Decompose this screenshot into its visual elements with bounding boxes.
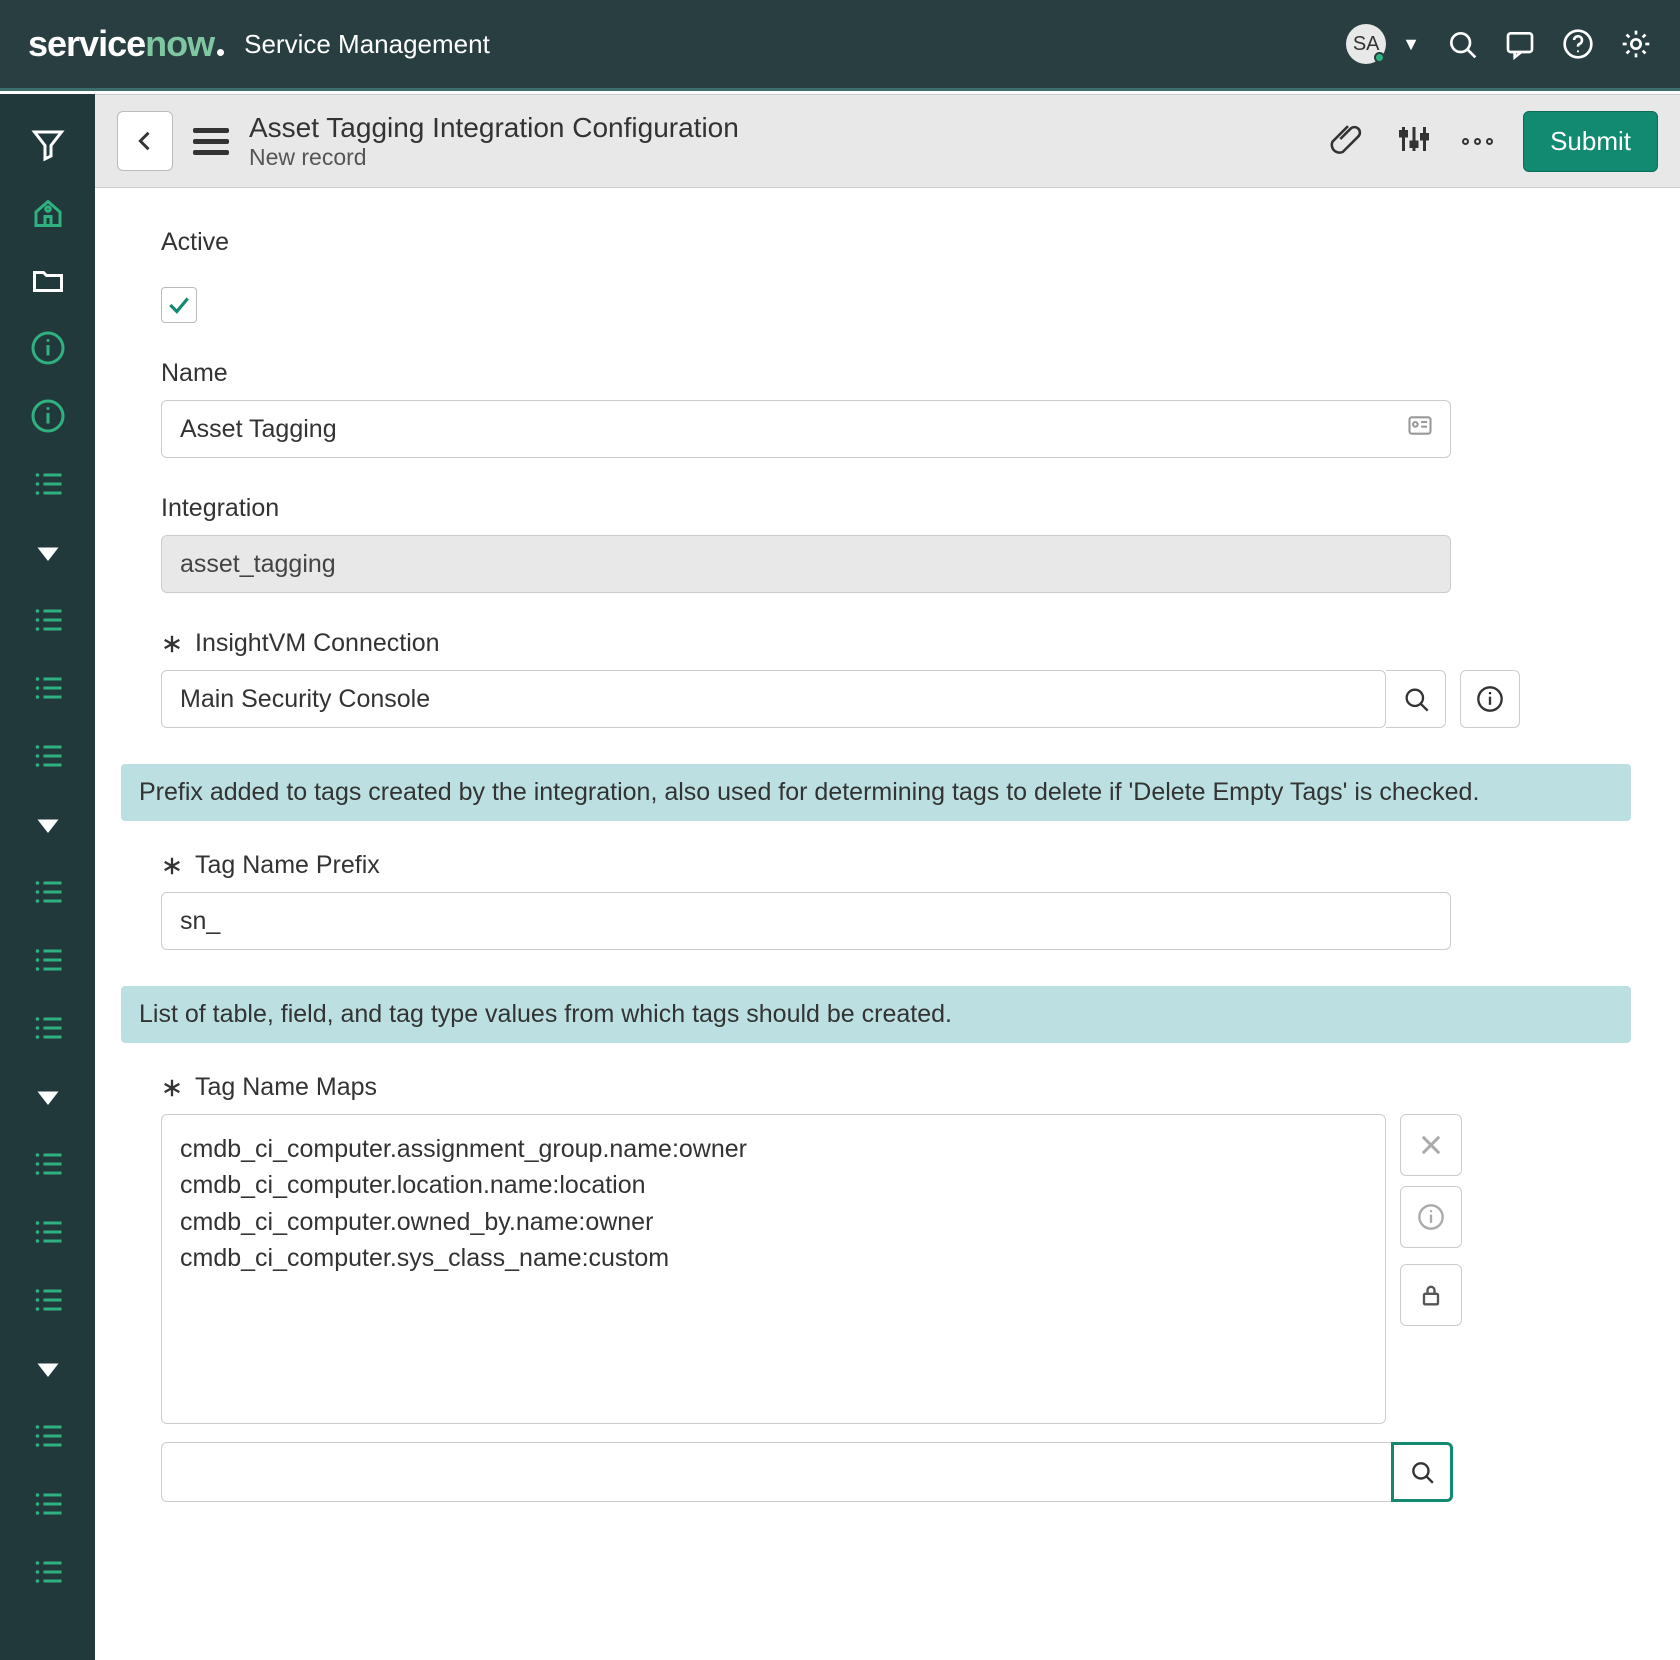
- card-icon[interactable]: [1406, 412, 1434, 447]
- list-icon[interactable]: [28, 736, 68, 776]
- form-body: Active Name Asset Tagging Integration as…: [95, 188, 1680, 1660]
- form-header: Asset Tagging Integration Configuration …: [95, 94, 1680, 188]
- list-icon[interactable]: [28, 872, 68, 912]
- lock-button[interactable]: [1400, 1264, 1462, 1326]
- prefix-label: Tag Name Prefix: [161, 851, 1640, 880]
- logo-dot-icon: [217, 49, 224, 56]
- help-icon[interactable]: [1562, 28, 1594, 60]
- logo: servicenow: [28, 23, 224, 65]
- presence-indicator-icon: [1374, 52, 1385, 63]
- name-label: Name: [161, 359, 1640, 388]
- dropdown-icon[interactable]: [28, 532, 68, 572]
- dropdown-icon[interactable]: [28, 804, 68, 844]
- info-icon[interactable]: [28, 396, 68, 436]
- list-icon[interactable]: [28, 1416, 68, 1456]
- info-icon[interactable]: [28, 328, 68, 368]
- active-label: Active: [161, 228, 1640, 257]
- connection-input[interactable]: Main Security Console: [161, 670, 1386, 728]
- integration-value: asset_tagging: [180, 550, 336, 579]
- logo-now: now: [145, 23, 214, 65]
- more-actions-icon[interactable]: [1462, 138, 1493, 145]
- integration-input: asset_tagging: [161, 535, 1451, 593]
- app-title: Service Management: [244, 29, 490, 60]
- prefix-value: sn_: [180, 907, 220, 936]
- integration-label: Integration: [161, 494, 1640, 523]
- required-icon: [161, 855, 183, 877]
- connection-info-button[interactable]: [1460, 670, 1520, 728]
- list-icon[interactable]: [28, 940, 68, 980]
- list-icon[interactable]: [28, 1144, 68, 1184]
- dropdown-icon[interactable]: [28, 1076, 68, 1116]
- maps-search-button[interactable]: [1391, 1442, 1453, 1502]
- clear-button[interactable]: [1400, 1114, 1462, 1176]
- chat-icon[interactable]: [1504, 28, 1536, 60]
- list-icon[interactable]: [28, 600, 68, 640]
- connection-value: Main Security Console: [180, 685, 430, 714]
- search-icon[interactable]: [1446, 28, 1478, 60]
- active-checkbox[interactable]: [161, 287, 197, 323]
- menu-icon[interactable]: [193, 123, 229, 159]
- connection-lookup-button[interactable]: [1386, 670, 1446, 728]
- maps-textarea[interactable]: cmdb_ci_computer.assignment_group.name:o…: [161, 1114, 1386, 1424]
- dropdown-icon[interactable]: [28, 1348, 68, 1388]
- home-icon[interactable]: [28, 192, 68, 232]
- prefix-input[interactable]: sn_: [161, 892, 1451, 950]
- list-icon[interactable]: [28, 464, 68, 504]
- list-icon[interactable]: [28, 1484, 68, 1524]
- avatar[interactable]: SA: [1346, 24, 1386, 64]
- attachment-icon[interactable]: [1330, 121, 1366, 162]
- required-icon: [161, 633, 183, 655]
- maps-label: Tag Name Maps: [161, 1073, 1640, 1102]
- info-button[interactable]: [1400, 1186, 1462, 1248]
- maps-add-input[interactable]: [161, 1442, 1391, 1502]
- list-icon[interactable]: [28, 1280, 68, 1320]
- connection-label: InsightVM Connection: [161, 629, 1640, 658]
- settings-icon[interactable]: [1620, 28, 1652, 60]
- page-title: Asset Tagging Integration Configuration: [249, 112, 739, 144]
- name-value: Asset Tagging: [180, 415, 337, 444]
- required-icon: [161, 1077, 183, 1099]
- list-icon[interactable]: [28, 1008, 68, 1048]
- list-icon[interactable]: [28, 668, 68, 708]
- prefix-info-banner: Prefix added to tags created by the inte…: [121, 764, 1631, 821]
- top-header: servicenow Service Management SA ▼: [0, 0, 1680, 91]
- name-input[interactable]: Asset Tagging: [161, 400, 1451, 458]
- avatar-dropdown-icon[interactable]: ▼: [1402, 34, 1420, 55]
- back-button[interactable]: [117, 111, 173, 171]
- filter-icon[interactable]: [28, 124, 68, 164]
- submit-button[interactable]: Submit: [1523, 111, 1658, 172]
- list-icon[interactable]: [28, 1212, 68, 1252]
- logo-service: service: [28, 23, 145, 65]
- page-subtitle: New record: [249, 144, 739, 171]
- list-icon[interactable]: [28, 1552, 68, 1592]
- sidebar: [0, 94, 95, 1660]
- maps-info-banner: List of table, field, and tag type value…: [121, 986, 1631, 1043]
- folder-icon[interactable]: [28, 260, 68, 300]
- personalize-icon[interactable]: [1396, 121, 1432, 162]
